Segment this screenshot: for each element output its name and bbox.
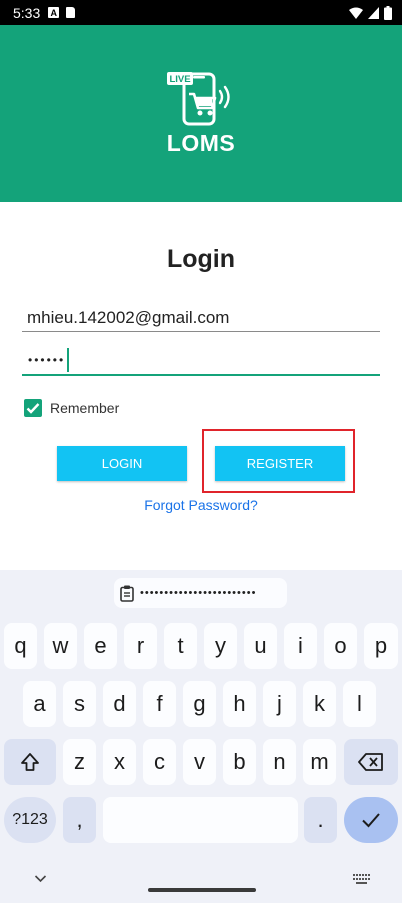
key-q[interactable]: q: [4, 623, 37, 669]
keyboard-switch-icon[interactable]: [353, 874, 370, 884]
backspace-key[interactable]: [344, 739, 398, 785]
app-name: LOMS: [166, 130, 236, 156]
home-gesture-bar[interactable]: [148, 888, 256, 892]
text-notification-icon: A: [48, 7, 60, 18]
remember-row[interactable]: Remember: [24, 399, 119, 417]
status-icons: [349, 5, 392, 20]
period-key[interactable]: .: [304, 797, 337, 843]
key-i[interactable]: i: [284, 623, 317, 669]
enter-key[interactable]: [344, 797, 398, 843]
sd-card-icon: [66, 7, 76, 18]
battery-icon: [384, 5, 392, 20]
key-l[interactable]: l: [343, 681, 376, 727]
clipboard-icon: [120, 585, 134, 602]
key-g[interactable]: g: [183, 681, 216, 727]
login-button[interactable]: LOGIN: [57, 446, 187, 481]
key-a[interactable]: a: [23, 681, 56, 727]
status-bar: 5:33 A: [0, 0, 402, 25]
forgot-password-link[interactable]: Forgot Password?: [0, 497, 402, 513]
key-r[interactable]: r: [124, 623, 157, 669]
on-screen-keyboard: •••••••••••••••••••••••• q w e r t y u i…: [0, 570, 402, 903]
backspace-icon: [358, 753, 383, 771]
comma-key[interactable]: ,: [63, 797, 96, 843]
key-y[interactable]: y: [204, 623, 237, 669]
email-field[interactable]: mhieu.142002@gmail.com: [22, 305, 380, 332]
register-highlight-box: [202, 429, 355, 493]
key-v[interactable]: v: [183, 739, 216, 785]
clipboard-text: ••••••••••••••••••••••••: [140, 587, 257, 599]
key-p[interactable]: p: [364, 623, 398, 669]
checkmark-icon: [26, 403, 40, 414]
wifi-icon: [349, 7, 363, 19]
password-field[interactable]: ••••••: [22, 346, 380, 376]
key-w[interactable]: w: [44, 623, 77, 669]
shift-icon: [21, 753, 39, 771]
live-shopping-logo-icon: LIVE: [167, 72, 230, 126]
key-t[interactable]: t: [164, 623, 197, 669]
key-k[interactable]: k: [303, 681, 336, 727]
key-j[interactable]: j: [263, 681, 296, 727]
key-e[interactable]: e: [84, 623, 117, 669]
key-f[interactable]: f: [143, 681, 176, 727]
key-x[interactable]: x: [103, 739, 136, 785]
key-s[interactable]: s: [63, 681, 96, 727]
key-m[interactable]: m: [303, 739, 336, 785]
live-badge-text: LIVE: [169, 74, 190, 85]
page-title: Login: [166, 245, 236, 273]
key-u[interactable]: u: [244, 623, 277, 669]
key-z[interactable]: z: [63, 739, 96, 785]
remember-label: Remember: [50, 400, 120, 416]
key-h[interactable]: h: [223, 681, 256, 727]
remember-checkbox[interactable]: [24, 399, 42, 417]
shift-key[interactable]: [4, 739, 56, 785]
key-d[interactable]: d: [103, 681, 136, 727]
symbols-key[interactable]: ?123: [4, 797, 56, 843]
text-cursor: [67, 348, 70, 372]
clipboard-suggestion[interactable]: ••••••••••••••••••••••••: [114, 578, 287, 608]
status-time: 5:33: [13, 4, 41, 21]
cellular-signal-icon: [368, 6, 379, 19]
app-header: LIVE LOMS: [0, 25, 402, 202]
checkmark-enter-icon: [362, 813, 380, 828]
password-value: ••••••: [28, 353, 66, 367]
key-c[interactable]: c: [143, 739, 176, 785]
key-b[interactable]: b: [223, 739, 256, 785]
key-n[interactable]: n: [263, 739, 296, 785]
space-key[interactable]: [103, 797, 298, 843]
key-o[interactable]: o: [324, 623, 357, 669]
login-screen: 5:33 A LIVE LOMS Login mhieu.142002@gmai…: [0, 0, 402, 903]
hide-keyboard-icon[interactable]: [34, 874, 47, 883]
